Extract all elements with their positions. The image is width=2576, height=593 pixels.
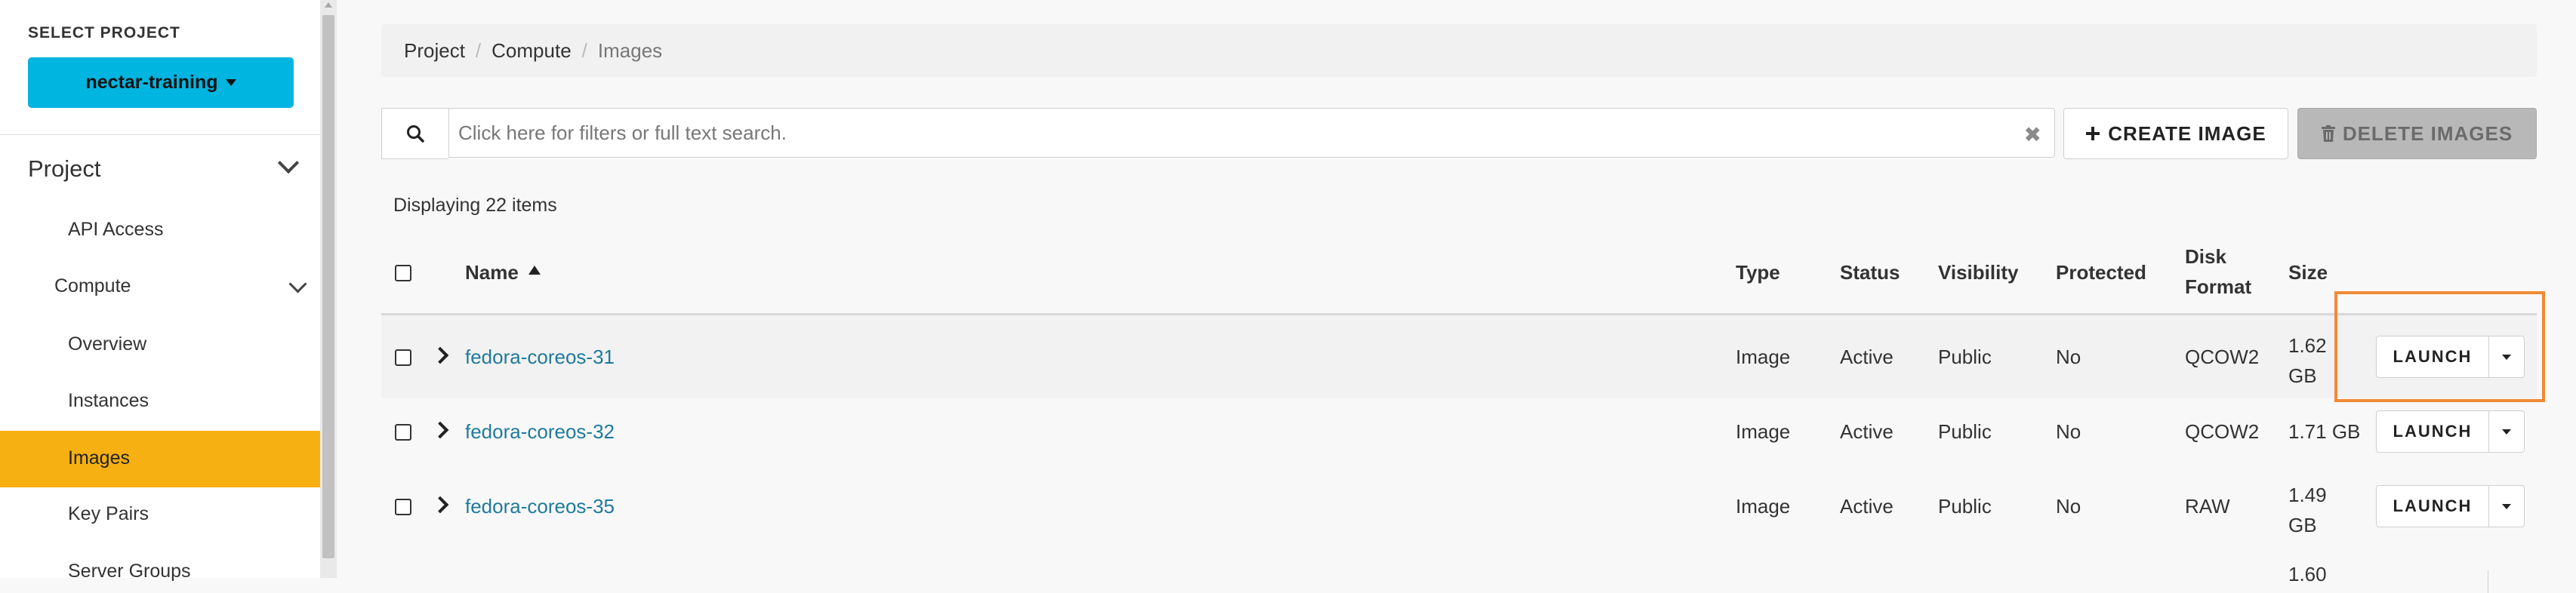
select-project-label: SELECT PROJECT <box>28 24 180 41</box>
launch-dropdown-toggle[interactable] <box>2489 486 2524 527</box>
caret-down-icon <box>2502 354 2511 360</box>
expand-row-icon[interactable] <box>431 421 449 439</box>
project-selector-button[interactable]: nectar-training <box>28 57 294 108</box>
expand-row-icon[interactable] <box>431 496 449 514</box>
sidebar-item-images[interactable]: Images <box>68 447 130 469</box>
sidebar-divider <box>0 134 320 135</box>
breadcrumb-compute[interactable]: Compute <box>491 39 572 63</box>
sidebar-item-api-access[interactable]: API Access <box>68 219 163 241</box>
image-protected: No <box>2056 420 2081 443</box>
image-visibility: Public <box>1938 346 1992 368</box>
column-header-disk-format-line1: Disk <box>2185 245 2226 268</box>
column-header-status[interactable]: Status <box>1840 257 1900 287</box>
image-size: 1.49 GB <box>2288 480 2327 540</box>
sidebar-item-server-groups[interactable]: Server Groups <box>68 561 191 582</box>
image-size-value: 1.49 <box>2288 484 2327 506</box>
sidebar-item-key-pairs[interactable]: Key Pairs <box>68 503 149 525</box>
scrollbar-thumb[interactable] <box>322 15 334 558</box>
launch-button[interactable]: LAUNCH <box>2377 411 2489 452</box>
breadcrumb-current: Images <box>597 38 663 62</box>
expand-row-icon[interactable] <box>431 346 449 364</box>
image-type: Image <box>1736 495 1791 518</box>
row-checkbox[interactable] <box>395 499 411 515</box>
search-button[interactable] <box>381 108 448 159</box>
breadcrumb: Project / Compute / Images <box>381 24 2537 77</box>
sidebar-section-project[interactable]: Project <box>28 155 100 183</box>
scroll-up-icon[interactable] <box>325 2 332 8</box>
image-protected: No <box>2056 346 2081 368</box>
launch-dropdown-toggle[interactable] <box>2489 411 2524 452</box>
column-header-disk-format[interactable]: Disk Format <box>2185 241 2251 302</box>
search-bar: ✖ <box>381 108 2055 159</box>
plus-icon <box>2086 127 2100 140</box>
clear-search-icon[interactable]: ✖ <box>2024 122 2041 147</box>
image-size: 1.62 GB <box>2288 330 2327 391</box>
image-status: Active <box>1840 346 1893 368</box>
create-image-button[interactable]: CREATE IMAGE <box>2063 108 2288 159</box>
breadcrumb-project[interactable]: Project <box>404 39 465 63</box>
image-visibility: Public <box>1938 495 1992 518</box>
caret-down-icon <box>2502 429 2511 435</box>
sidebar-item-instances[interactable]: Instances <box>68 390 149 412</box>
image-status: Active <box>1840 495 1893 518</box>
caret-down-icon <box>2502 503 2511 509</box>
row-checkbox[interactable] <box>395 349 411 366</box>
sort-ascending-icon <box>528 266 541 275</box>
launch-button[interactable]: LAUNCH <box>2377 486 2489 527</box>
image-name-link[interactable]: fedora-coreos-32 <box>465 420 615 444</box>
search-icon <box>407 125 424 143</box>
delete-images-button[interactable]: DELETE IMAGES <box>2297 108 2537 159</box>
image-name-link[interactable]: fedora-coreos-35 <box>465 495 615 518</box>
breadcrumb-separator: / <box>475 38 482 62</box>
chevron-down-icon[interactable] <box>288 275 307 293</box>
launch-dropdown-toggle[interactable] <box>2489 336 2524 377</box>
row-checkbox[interactable] <box>395 424 411 441</box>
image-type: Image <box>1736 346 1791 368</box>
items-count: Displaying 22 items <box>393 195 557 216</box>
column-header-size[interactable]: Size <box>2288 257 2328 287</box>
image-size-value: 1.62 <box>2288 334 2327 357</box>
image-visibility: Public <box>1938 420 1992 443</box>
launch-button[interactable]: LAUNCH <box>2377 336 2489 377</box>
image-status: Active <box>1840 420 1893 443</box>
sidebar-item-images-active[interactable] <box>0 431 320 487</box>
image-size-value: 1.60 <box>2288 563 2327 585</box>
sidebar: SELECT PROJECT nectar-training Project A… <box>0 0 321 582</box>
breadcrumb-separator: / <box>581 38 587 62</box>
table-row[interactable]: fedora-coreos-35 Image Active Public No … <box>381 465 2537 548</box>
table-row[interactable]: 1.60 <box>381 548 2537 593</box>
image-size-unit: GB <box>2288 514 2317 536</box>
sidebar-section-compute[interactable]: Compute <box>54 275 131 297</box>
column-header-type[interactable]: Type <box>1736 257 1780 287</box>
column-header-visibility[interactable]: Visibility <box>1938 257 2018 287</box>
search-input[interactable] <box>448 108 2055 158</box>
image-protected: No <box>2056 495 2081 518</box>
delete-images-label: DELETE IMAGES <box>2342 121 2513 145</box>
image-disk-format: QCOW2 <box>2185 420 2260 443</box>
launch-button-group: LAUNCH <box>2376 336 2525 378</box>
column-header-name-label: Name <box>465 261 519 284</box>
launch-button-group: LAUNCH <box>2376 410 2525 453</box>
chevron-down-icon[interactable] <box>277 152 300 174</box>
image-name-link[interactable]: fedora-coreos-31 <box>465 346 615 369</box>
image-type: Image <box>1736 420 1791 443</box>
caret-down-icon <box>225 79 236 86</box>
image-size-unit: GB <box>2288 364 2317 387</box>
launch-button-group: LAUNCH <box>2376 485 2525 527</box>
image-disk-format: QCOW2 <box>2185 346 2260 368</box>
column-header-protected[interactable]: Protected <box>2056 257 2146 287</box>
table-row[interactable]: fedora-coreos-31 Image Active Public No … <box>381 315 2537 399</box>
project-name: nectar-training <box>85 72 218 93</box>
sidebar-item-overview[interactable]: Overview <box>68 333 146 355</box>
image-size-value: 1.71 GB <box>2288 420 2361 443</box>
table-row[interactable]: fedora-coreos-32 Image Active Public No … <box>381 398 2537 465</box>
column-header-name[interactable]: Name <box>465 257 541 287</box>
image-disk-format: RAW <box>2185 495 2230 518</box>
trash-icon <box>2321 125 2335 142</box>
select-all-checkbox[interactable] <box>395 265 411 281</box>
column-header-disk-format-line2: Format <box>2185 275 2252 298</box>
create-image-label: CREATE IMAGE <box>2108 121 2266 145</box>
sidebar-scrollbar[interactable] <box>320 0 337 578</box>
